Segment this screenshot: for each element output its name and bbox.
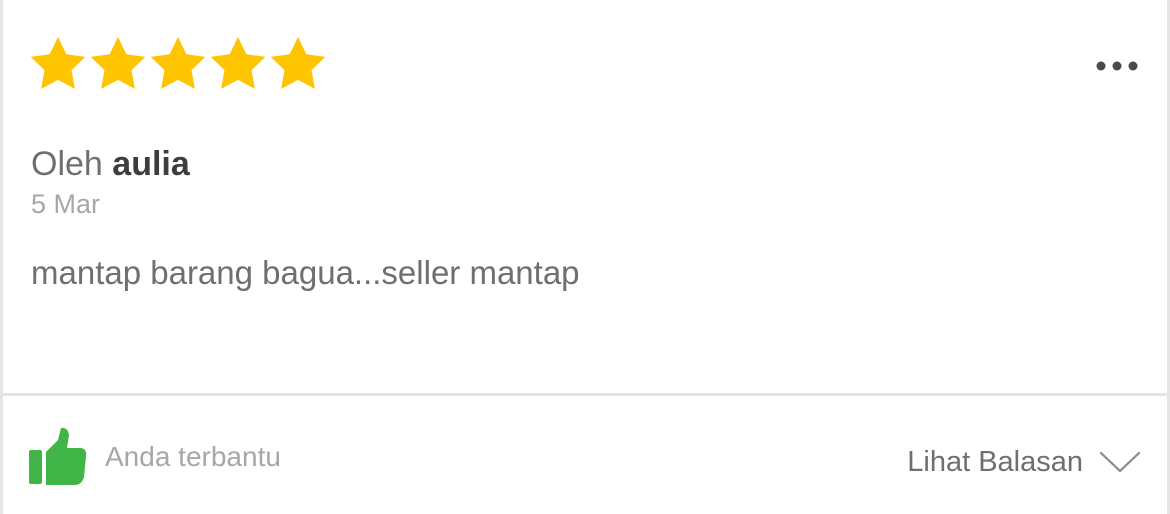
star-icon [150, 37, 206, 89]
review-author: Oleh aulia [31, 144, 190, 184]
more-horizontal-icon [1096, 61, 1138, 71]
helpful-button[interactable]: Anda terbantu [27, 426, 281, 488]
chevron-down-icon [1099, 451, 1141, 473]
star-icon [270, 37, 326, 89]
divider [3, 393, 1167, 396]
view-replies-label: Lihat Balasan [907, 446, 1083, 478]
review-date: 5 Mar [31, 189, 101, 219]
view-replies-button[interactable]: Lihat Balasan [907, 444, 1141, 480]
star-icon [210, 37, 266, 89]
thumbs-up-icon [29, 427, 87, 485]
star-rating [28, 33, 328, 95]
star-icon [30, 37, 86, 89]
star-icon [90, 37, 146, 89]
author-prefix: Oleh [31, 145, 103, 183]
helpful-label: Anda terbantu [105, 441, 281, 472]
author-name[interactable]: aulia [112, 145, 189, 183]
review-text: mantap barang bagua...seller mantap [31, 254, 580, 291]
more-options-button[interactable] [1089, 50, 1145, 82]
review-card: Oleh aulia 5 Mar mantap barang bagua...s… [0, 0, 1170, 514]
